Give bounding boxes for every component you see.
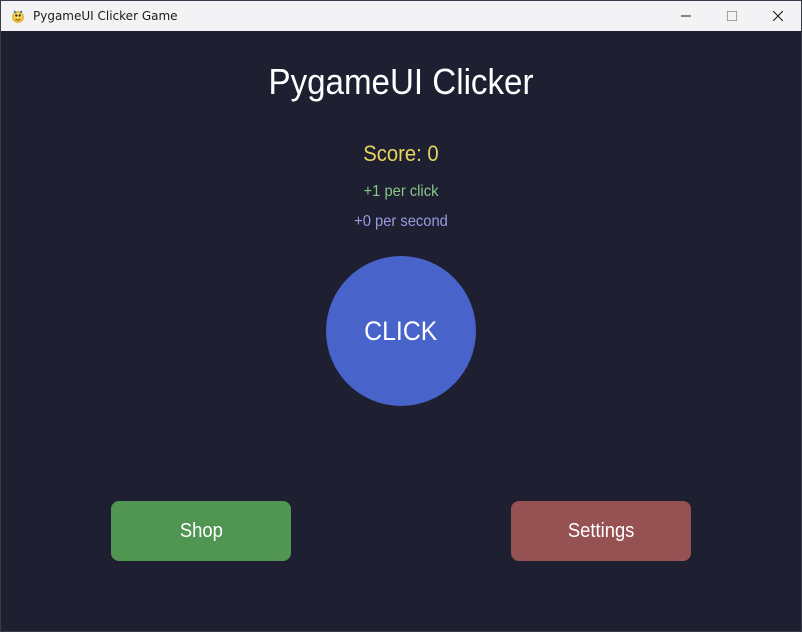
close-button[interactable]: [755, 1, 801, 31]
title-bar[interactable]: PygameUI Clicker Game: [1, 1, 801, 31]
click-button-label: CLICK: [364, 315, 438, 346]
python-snake-icon: [10, 8, 26, 24]
click-button[interactable]: CLICK: [326, 256, 476, 406]
shop-button-label: Shop: [179, 519, 223, 542]
minimize-button[interactable]: [663, 1, 709, 31]
score-label: Score: 0: [363, 141, 439, 166]
minimize-icon: [681, 15, 691, 17]
per-click-label: +1 per click: [363, 183, 439, 200]
shop-button[interactable]: Shop: [111, 501, 291, 561]
window-controls: [663, 1, 801, 31]
window-title: PygameUI Clicker Game: [33, 9, 178, 23]
settings-button-label: Settings: [567, 519, 635, 542]
app-window: PygameUI Clicker Game PygameUI Clicker S…: [0, 0, 802, 632]
maximize-button[interactable]: [709, 1, 755, 31]
game-canvas: PygameUI Clicker Score: 0 +1 per click +…: [1, 31, 801, 631]
maximize-icon: [727, 11, 737, 21]
game-title: PygameUI Clicker: [268, 61, 534, 102]
close-icon: [773, 11, 783, 21]
settings-button[interactable]: Settings: [511, 501, 691, 561]
per-second-label: +0 per second: [354, 213, 448, 230]
